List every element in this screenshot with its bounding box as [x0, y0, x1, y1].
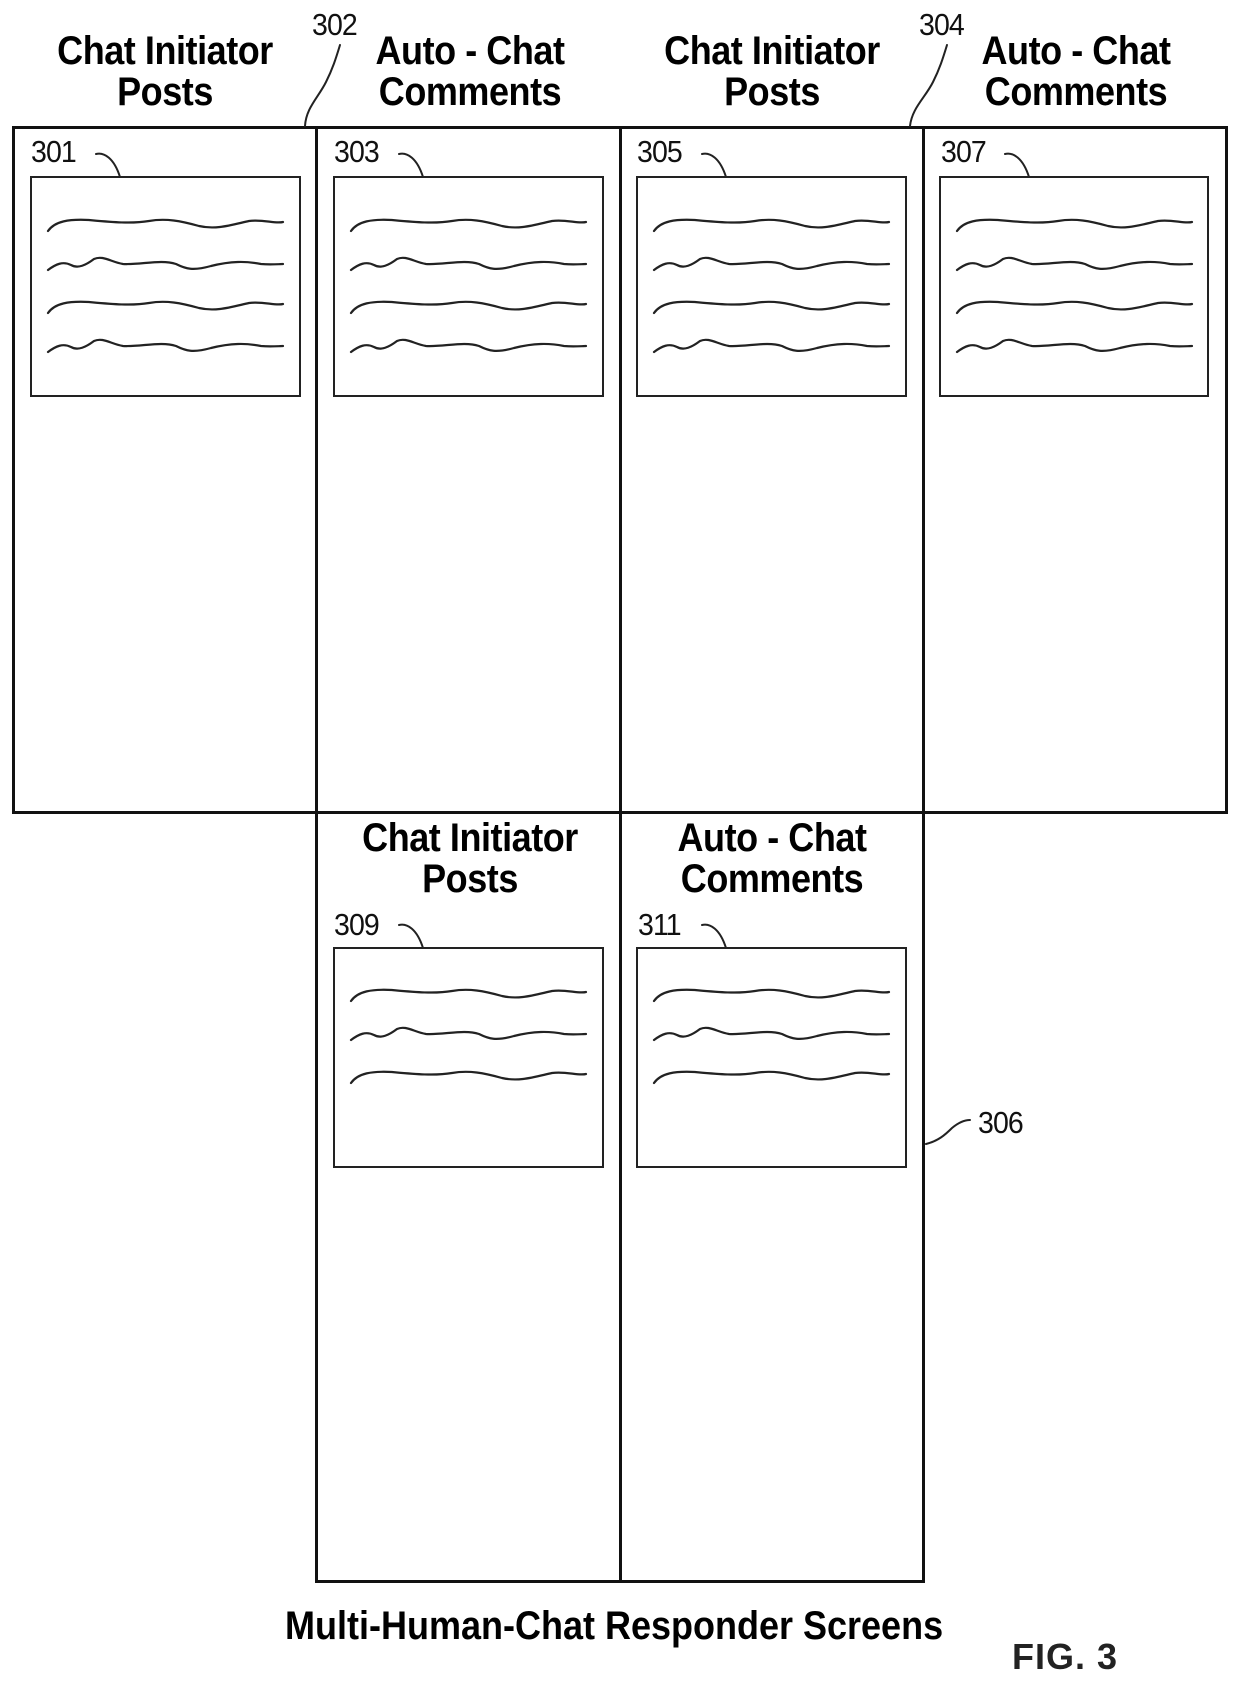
heading-chat-initiator-posts-1: Chat Initiator Posts	[13, 31, 317, 113]
message-box-301	[30, 176, 301, 397]
ref-label-302: 302	[312, 7, 358, 42]
heading-line1: Chat Initiator	[664, 29, 880, 73]
heading-line1: Auto - Chat	[677, 816, 867, 860]
ref-label-301: 301	[31, 134, 77, 169]
heading-line2: Posts	[724, 70, 820, 114]
heading-line2: Posts	[117, 70, 213, 114]
heading-line1: Chat Initiator	[362, 816, 578, 860]
ref-label-304: 304	[919, 7, 965, 42]
figure-caption: Multi-Human-Chat Responder Screens	[285, 1604, 944, 1648]
heading-auto-chat-comments-1: Auto - Chat Comments	[318, 31, 622, 113]
heading-line2: Comments	[680, 857, 864, 901]
ref-label-305: 305	[637, 134, 683, 169]
heading-chat-initiator-posts-3: Chat Initiator Posts	[318, 818, 622, 900]
heading-line1: Chat Initiator	[57, 29, 273, 73]
ref-label-306: 306	[978, 1105, 1024, 1140]
heading-auto-chat-comments-2: Auto - Chat Comments	[924, 31, 1228, 113]
message-box-303	[333, 176, 604, 397]
heading-auto-chat-comments-3: Auto - Chat Comments	[620, 818, 924, 900]
heading-line2: Comments	[378, 70, 562, 114]
ref-label-307: 307	[941, 134, 987, 169]
ref-label-311: 311	[638, 907, 682, 942]
message-box-305	[636, 176, 907, 397]
heading-chat-initiator-posts-2: Chat Initiator Posts	[620, 31, 924, 113]
figure-number: FIG. 3	[1012, 1636, 1119, 1677]
heading-line1: Auto - Chat	[981, 29, 1171, 73]
ref-label-309: 309	[334, 907, 380, 942]
message-box-311	[636, 947, 907, 1168]
message-box-307	[939, 176, 1209, 397]
heading-line2: Posts	[422, 857, 518, 901]
message-box-309	[333, 947, 604, 1168]
heading-line1: Auto - Chat	[375, 29, 565, 73]
leader-line-306	[925, 1119, 971, 1145]
ref-label-303: 303	[334, 134, 380, 169]
heading-line2: Comments	[984, 70, 1168, 114]
